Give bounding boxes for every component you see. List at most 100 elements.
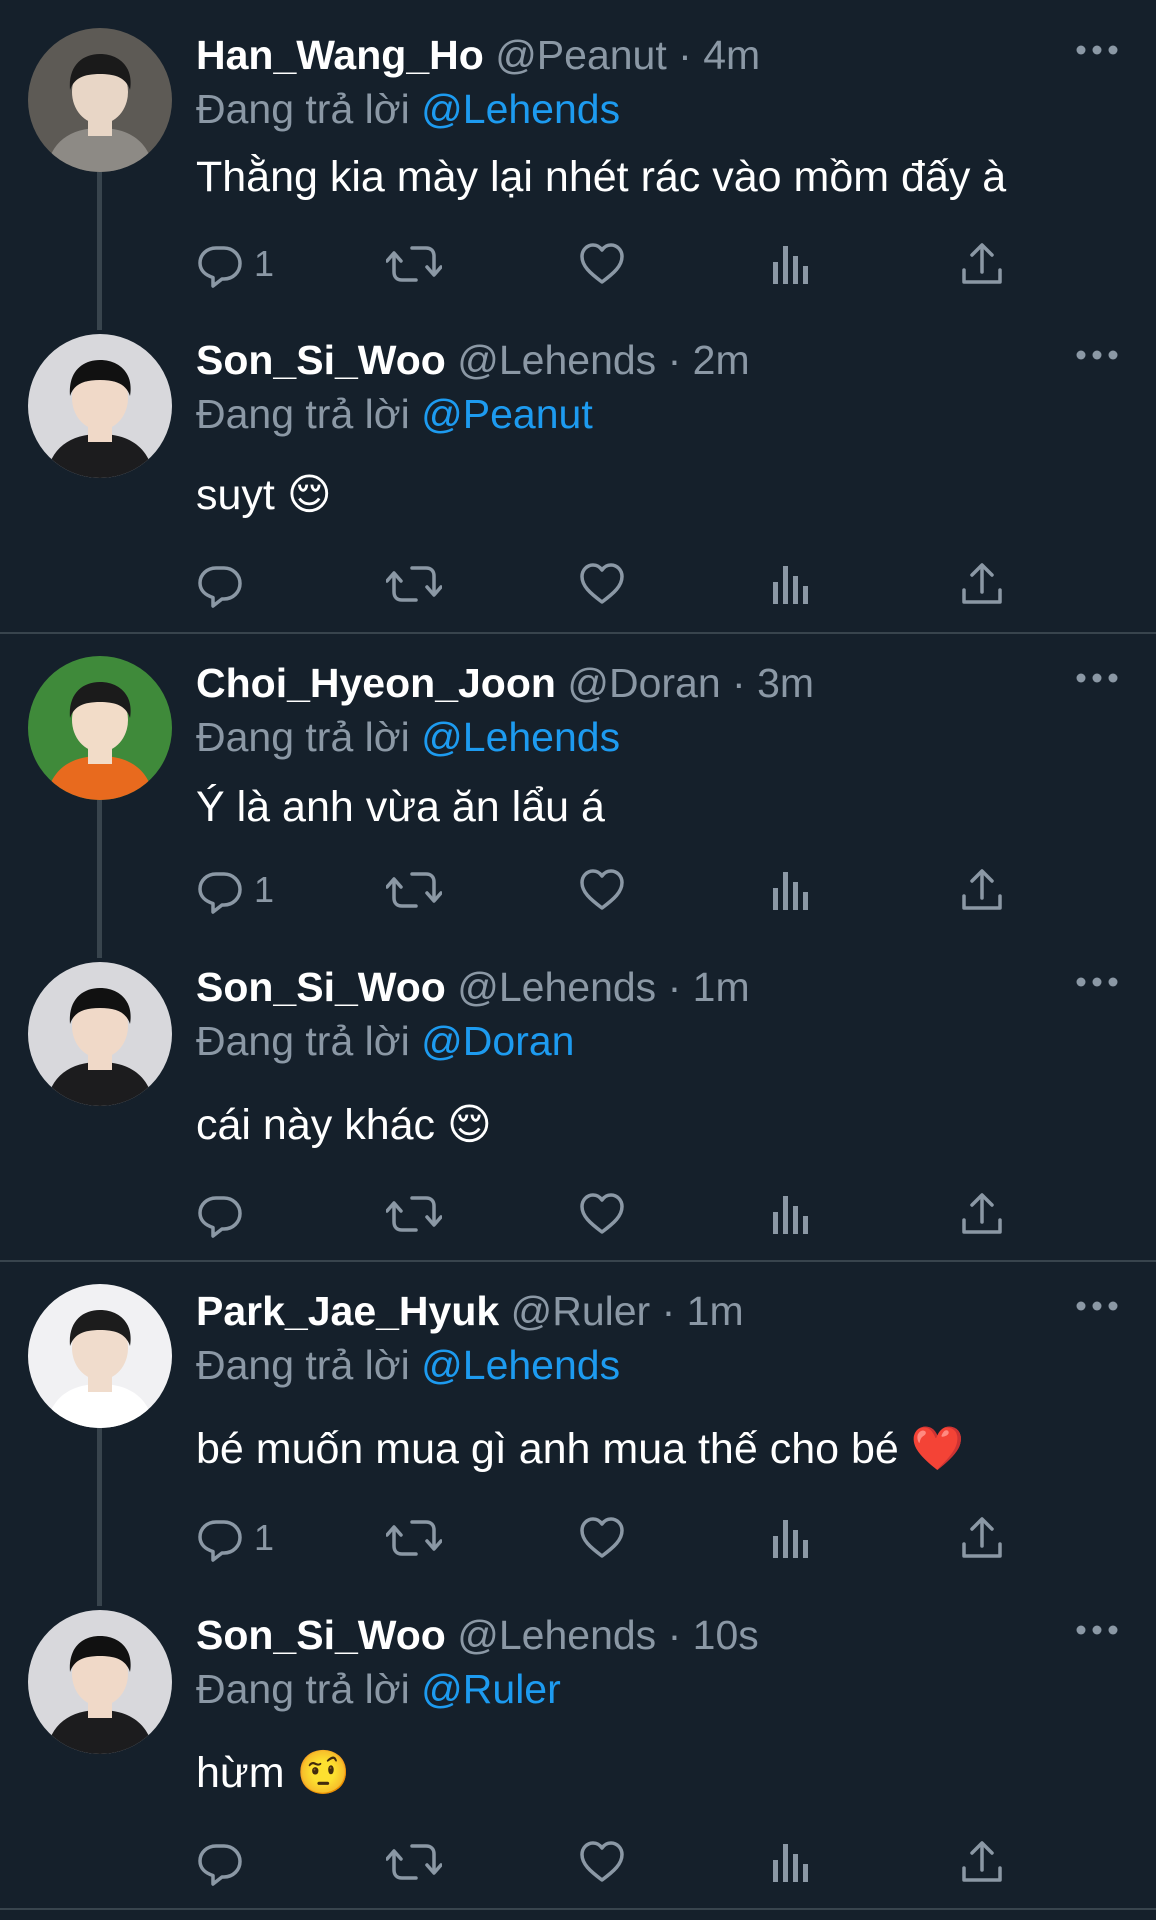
display-name[interactable]: Park_Jae_Hyuk [196,1288,499,1334]
retweet-button[interactable] [386,1514,442,1562]
more-options-icon[interactable] [1074,345,1120,365]
reply-button[interactable]: 1 [196,1514,274,1562]
timestamp[interactable]: 1m [687,1288,744,1334]
like-button[interactable] [578,1838,626,1886]
reply-icon [196,560,244,608]
timestamp[interactable]: 2m [693,337,750,383]
retweet-button[interactable] [386,866,442,914]
share-button[interactable] [960,560,1004,608]
avatar[interactable] [28,656,172,800]
reply-icon [196,1190,244,1238]
display-name[interactable]: Son_Si_Woo [196,964,446,1010]
more-options-icon[interactable] [1074,972,1120,992]
reply-button[interactable]: 1 [196,866,274,914]
tweet[interactable]: Park_Jae_Hyuk @Ruler · 1m Đang trả lời @L… [0,1256,1156,1562]
username-handle[interactable]: @Ruler [511,1288,651,1334]
more-options-icon[interactable] [1074,40,1120,60]
share-button[interactable] [960,1514,1004,1562]
share-button[interactable] [960,240,1004,288]
views-button[interactable] [770,240,810,288]
username-handle[interactable]: @Lehends [457,1612,656,1658]
display-name[interactable]: Han_Wang_Ho [196,32,484,78]
replying-to-label: Đang trả lời [196,1342,410,1388]
tweet-text: hừm 🤨 [196,1746,350,1800]
tweet[interactable]: Son_Si_Woo @Lehends · 10s Đang trả lời @R… [0,1580,1156,1886]
reply-icon [196,1514,244,1562]
share-icon [960,240,1004,288]
views-button[interactable] [770,866,810,914]
separator-dot: · [732,660,746,706]
replying-to-label: Đang trả lời [196,714,410,760]
retweet-icon [386,1514,442,1562]
username-handle[interactable]: @Lehends [457,337,656,383]
reply-icon [196,1838,244,1886]
share-button[interactable] [960,866,1004,914]
mention-link[interactable]: @Lehends [421,86,620,132]
emoji: ❤️ [910,1424,965,1474]
views-button[interactable] [770,1838,810,1886]
retweet-button[interactable] [386,1838,442,1886]
username-handle[interactable]: @Peanut [495,32,667,78]
more-options-icon[interactable] [1074,1620,1120,1640]
share-button[interactable] [960,1190,1004,1238]
like-button[interactable] [578,1514,626,1562]
mention-link[interactable]: @Ruler [421,1666,561,1712]
tweet-actions [196,560,1016,608]
tweet[interactable]: Son_Si_Woo @Lehends · 2m Đang trả lời @Pe… [0,305,1156,608]
reply-button[interactable]: 1 [196,240,274,288]
views-button[interactable] [770,1514,810,1562]
views-icon [770,866,810,914]
mention-link[interactable]: @Lehends [421,714,620,760]
separator-dot: · [661,1288,676,1334]
more-options-icon[interactable] [1074,1296,1120,1316]
display-name[interactable]: Choi_Hyeon_Joon [196,660,556,706]
mention-link[interactable]: @Lehends [421,1342,620,1388]
tweet[interactable]: Son_Si_Woo @Lehends · 1m Đang trả lời @Do… [0,932,1156,1238]
views-button[interactable] [770,1190,810,1238]
replying-to-label: Đang trả lời [196,391,410,437]
like-button[interactable] [578,866,626,914]
like-button[interactable] [578,240,626,288]
tweet-actions: 1 [196,240,1016,288]
mention-link[interactable]: @Doran [421,1018,574,1064]
timestamp[interactable]: 1m [693,964,750,1010]
share-icon [960,1514,1004,1562]
separator-dot: · [667,337,682,383]
display-name[interactable]: Son_Si_Woo [196,337,446,383]
like-button[interactable] [578,560,626,608]
separator-dot: · [667,1612,682,1658]
display-name[interactable]: Son_Si_Woo [196,1612,446,1658]
timestamp[interactable]: 3m [757,660,814,706]
replying-to: Đang trả lời @Peanut [196,389,593,439]
like-icon [578,240,626,288]
replying-to-label: Đang trả lời [196,86,410,132]
tweet-actions [196,1838,1016,1886]
avatar[interactable] [28,1284,172,1428]
like-button[interactable] [578,1190,626,1238]
retweet-button[interactable] [386,240,442,288]
mention-link[interactable]: @Peanut [421,391,593,437]
timestamp[interactable]: 4m [703,32,760,78]
username-handle[interactable]: @Doran [567,660,720,706]
retweet-button[interactable] [386,560,442,608]
avatar[interactable] [28,334,172,478]
reply-icon [196,240,244,288]
replying-to: Đang trả lời @Ruler [196,1664,561,1714]
username-handle[interactable]: @Lehends [457,964,656,1010]
reply-button[interactable] [196,560,244,608]
tweet[interactable]: Han_Wang_Ho @Peanut · 4m Đang trả lời @Le… [0,0,1156,300]
reply-button[interactable] [196,1838,244,1886]
timestamp[interactable]: 10s [693,1612,759,1658]
retweet-button[interactable] [386,1190,442,1238]
views-button[interactable] [770,560,810,608]
views-icon [770,1190,810,1238]
tweet[interactable]: Choi_Hyeon_Joon @Doran · 3m Đang trả lời … [0,628,1156,928]
reply-button[interactable] [196,1190,244,1238]
share-button[interactable] [960,1838,1004,1886]
retweet-icon [386,560,442,608]
avatar[interactable] [28,1610,172,1754]
avatar[interactable] [28,28,172,172]
more-options-icon[interactable] [1074,668,1120,688]
avatar[interactable] [28,962,172,1106]
views-icon [770,560,810,608]
